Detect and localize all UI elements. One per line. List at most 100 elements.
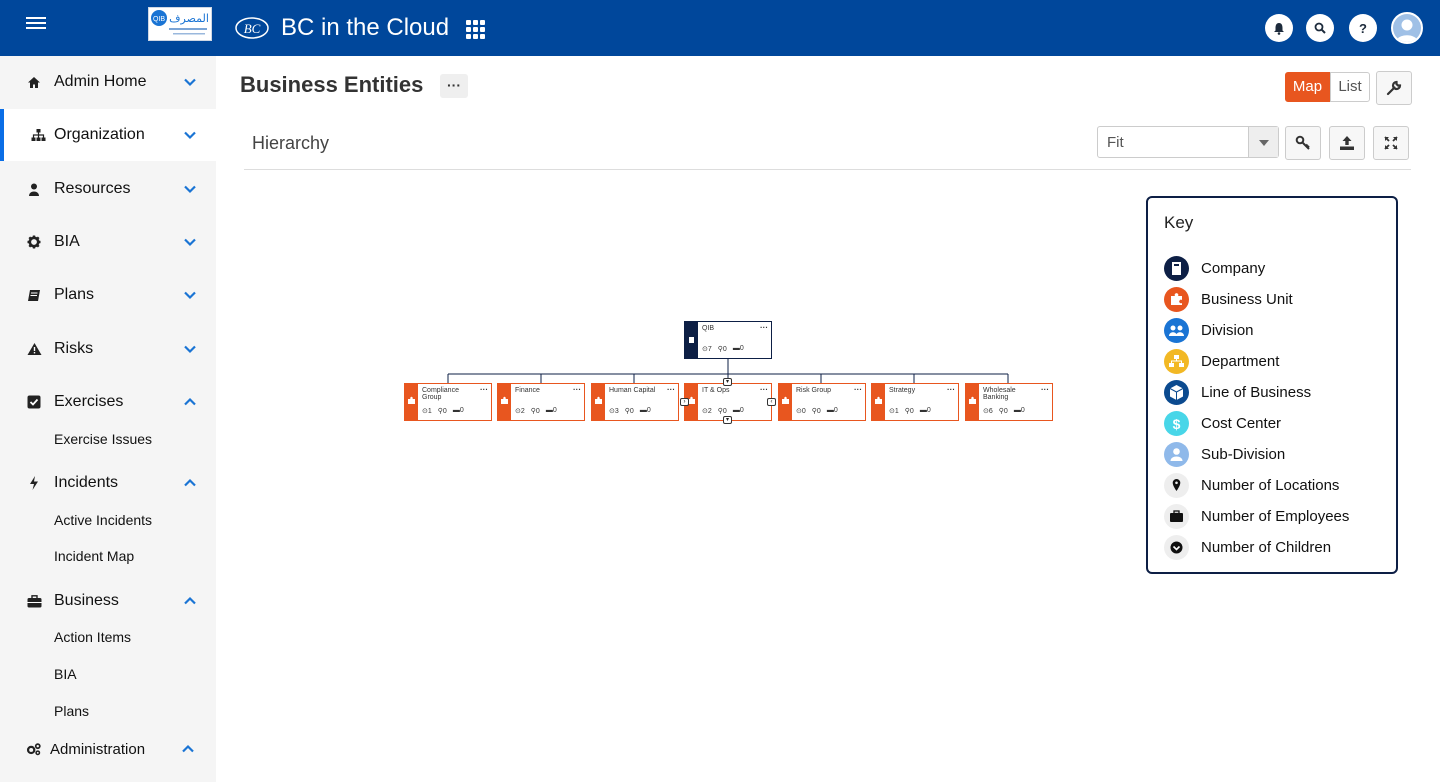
org-node[interactable]: Compliance Group ··· ⊙1 ⚲0 ▬0 bbox=[404, 383, 492, 421]
key-item-label: Number of Employees bbox=[1201, 507, 1350, 525]
sidebar-item-administration[interactable]: Administration bbox=[0, 723, 216, 775]
locations-count: ⚲0 bbox=[717, 346, 727, 353]
node-menu-icon[interactable]: ··· bbox=[573, 385, 581, 394]
cogs-icon bbox=[26, 741, 42, 757]
page-title: Business Entities bbox=[240, 72, 424, 97]
node-menu-icon[interactable]: ··· bbox=[760, 385, 768, 394]
key-button[interactable] bbox=[1285, 126, 1321, 160]
sidebar-subitem-exercise-issues[interactable]: Exercise Issues bbox=[54, 431, 152, 447]
sidebar-item-resources[interactable]: Resources bbox=[0, 163, 216, 215]
search-icon bbox=[1314, 22, 1326, 34]
children-count: ⊙3 bbox=[609, 408, 619, 415]
key-item-label: Cost Center bbox=[1201, 414, 1282, 432]
chevron-down-icon[interactable] bbox=[183, 342, 197, 356]
org-node[interactable]: Human Capital ··· ⊙3 ⚲0 ▬0 bbox=[591, 383, 679, 421]
sidebar-item-risks[interactable]: Risks bbox=[0, 323, 216, 375]
search-button[interactable] bbox=[1306, 14, 1334, 42]
node-menu-icon[interactable]: ··· bbox=[667, 385, 675, 394]
locations-count: ⚲0 bbox=[624, 408, 634, 415]
sidebar-item-organization[interactable]: Organization bbox=[0, 109, 216, 161]
svg-text:QIB: QIB bbox=[153, 16, 165, 23]
export-button[interactable] bbox=[1329, 126, 1365, 160]
sidebar-subitem-active-incidents[interactable]: Active Incidents bbox=[54, 512, 152, 528]
collapse-toggle-icon[interactable]: ▾ bbox=[723, 378, 732, 386]
chevron-down-icon[interactable] bbox=[183, 288, 197, 302]
chevron-down-icon[interactable] bbox=[183, 128, 197, 142]
chevron-up-icon[interactable] bbox=[181, 742, 195, 756]
children-count: ⊙0 bbox=[796, 408, 806, 415]
children-count: ⊙6 bbox=[983, 408, 993, 415]
sitemap-icon bbox=[1164, 348, 1189, 374]
move-left-toggle-icon[interactable]: › bbox=[680, 398, 689, 406]
key-item-label: Number of Locations bbox=[1201, 476, 1340, 494]
key-item-label: Department bbox=[1201, 352, 1280, 370]
locations-count: ⚲0 bbox=[811, 408, 821, 415]
key-item: Division bbox=[1164, 317, 1254, 343]
user-icon bbox=[1164, 441, 1189, 467]
key-item: Number of Locations bbox=[1164, 472, 1339, 498]
org-node[interactable]: Finance ··· ⊙2 ⚲0 ▬0 bbox=[497, 383, 585, 421]
puzzle-icon bbox=[969, 396, 976, 404]
move-right-toggle-icon[interactable]: ‹ bbox=[767, 398, 776, 406]
sitemap-icon bbox=[30, 127, 46, 143]
svg-text:$: $ bbox=[1173, 416, 1181, 432]
node-menu-icon[interactable]: ··· bbox=[760, 323, 768, 332]
user-avatar[interactable] bbox=[1391, 12, 1423, 44]
org-node-name: Human Capital bbox=[609, 387, 656, 394]
sidebar-item-bia[interactable]: BIA bbox=[0, 216, 216, 268]
node-menu-icon[interactable]: ··· bbox=[947, 385, 955, 394]
org-node[interactable]: Strategy ··· ⊙1 ⚲0 ▬0 bbox=[871, 383, 959, 421]
locations-count: ⚲0 bbox=[530, 408, 540, 415]
home-icon bbox=[26, 74, 42, 90]
book-icon bbox=[26, 287, 42, 303]
sidebar-item-admin-home[interactable]: Admin Home bbox=[0, 56, 216, 108]
chevron-down-icon[interactable] bbox=[183, 182, 197, 196]
briefcase-icon bbox=[26, 593, 42, 609]
key-icon bbox=[1295, 135, 1310, 150]
sidebar-item-incidents[interactable]: Incidents bbox=[0, 457, 216, 509]
apps-grid-icon[interactable] bbox=[466, 20, 487, 39]
node-menu-icon[interactable]: ··· bbox=[1041, 385, 1049, 394]
org-node[interactable]: Risk Group ··· ⊙0 ⚲0 ▬0 bbox=[778, 383, 866, 421]
sidebar-item-business[interactable]: Business bbox=[0, 575, 216, 627]
sidebar-item-plans[interactable]: Plans bbox=[0, 269, 216, 321]
cube-icon bbox=[1164, 379, 1189, 405]
org-node-name: Strategy bbox=[889, 387, 916, 394]
sidebar-item-exercises[interactable]: Exercises bbox=[0, 376, 216, 428]
employees-count: ▬0 bbox=[919, 407, 931, 414]
employees-count: ▬0 bbox=[1013, 407, 1025, 414]
notifications-button[interactable] bbox=[1265, 14, 1293, 42]
children-count: ⊙2 bbox=[702, 408, 712, 415]
node-menu-icon[interactable]: ··· bbox=[480, 385, 488, 394]
sidebar-subitem-action-items[interactable]: Action Items bbox=[54, 629, 131, 645]
zoom-select[interactable]: Fit bbox=[1097, 126, 1279, 158]
list-view-button[interactable]: List bbox=[1330, 72, 1370, 102]
more-options-button[interactable]: ··· bbox=[440, 74, 468, 98]
chevron-down-icon[interactable] bbox=[183, 75, 197, 89]
key-item: Number of Children bbox=[1164, 534, 1331, 560]
sidebar-subitem-incident-map[interactable]: Incident Map bbox=[54, 548, 134, 564]
chevron-up-icon[interactable] bbox=[183, 594, 197, 608]
building-icon bbox=[689, 337, 694, 343]
chevron-up-icon[interactable] bbox=[183, 476, 197, 490]
chevron-down-icon[interactable] bbox=[183, 235, 197, 249]
org-node[interactable]: Wholesale Banking ··· ⊙6 ⚲0 ▬0 bbox=[965, 383, 1053, 421]
fullscreen-button[interactable] bbox=[1373, 126, 1409, 160]
key-item: Company bbox=[1164, 255, 1265, 281]
sidebar-subitem-plans[interactable]: Plans bbox=[54, 703, 89, 719]
settings-button[interactable] bbox=[1376, 71, 1412, 105]
bolt-icon bbox=[26, 475, 42, 491]
expand-children-toggle-icon[interactable]: ▾ bbox=[723, 416, 732, 424]
org-node-root[interactable]: QIB ··· ⊙7 ⚲0 ▬0 bbox=[684, 321, 772, 359]
warning-icon bbox=[26, 341, 42, 357]
puzzle-icon bbox=[595, 396, 602, 404]
help-button[interactable]: ? bbox=[1349, 14, 1377, 42]
bc-logo-icon: BC bbox=[234, 14, 270, 40]
chevron-up-icon[interactable] bbox=[183, 395, 197, 409]
employees-count: ▬0 bbox=[826, 407, 838, 414]
key-item: Number of Employees bbox=[1164, 503, 1349, 529]
node-menu-icon[interactable]: ··· bbox=[854, 385, 862, 394]
map-view-button[interactable]: Map bbox=[1285, 72, 1330, 102]
hamburger-menu-icon[interactable] bbox=[26, 14, 46, 32]
sidebar-subitem-bia[interactable]: BIA bbox=[54, 666, 77, 682]
